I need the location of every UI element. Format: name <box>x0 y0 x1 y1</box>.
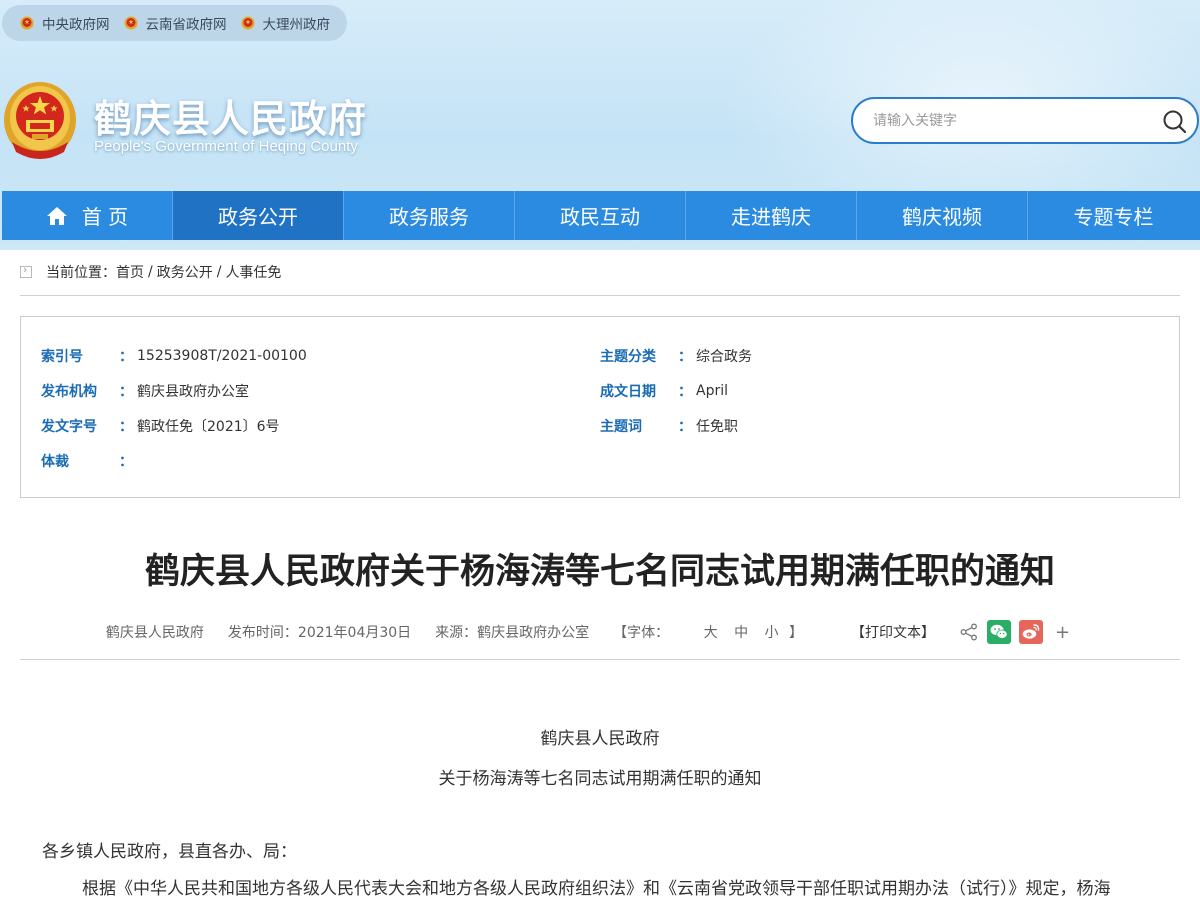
site-title: 鹤庆县人民政府 <box>94 97 368 141</box>
meta-label: 索引号 <box>41 349 83 365</box>
article-title: 鹤庆县人民政府关于杨海涛等七名同志试用期满任职的通知 <box>144 552 1055 592</box>
nav-item-label: 政民互动 <box>560 205 640 229</box>
main-nav: 首 页 政务公开 政务服务 政民互动 走进鹤庆 鹤庆视频 专题专栏 <box>2 191 1200 240</box>
search-icon[interactable] <box>1161 108 1189 136</box>
font-size-control: 【字体： 大 中 小 】 <box>613 622 827 642</box>
meta-value: 任免职 <box>696 419 738 435</box>
body-heading-issuer: 鹤庆县人民政府 <box>540 729 660 749</box>
search-box <box>851 97 1199 144</box>
nav-item-label: 专题专栏 <box>1073 205 1154 229</box>
font-size-prefix: 【字体： <box>613 625 670 641</box>
meta-value: 鹤政任免〔2021〕6号 <box>137 419 280 435</box>
meta-topic-row: 主题分类 ： 综合政务 <box>600 346 752 366</box>
meta-colon: ： <box>119 419 133 435</box>
nav-item-about-heqing[interactable]: 走进鹤庆 <box>686 191 857 240</box>
breadcrumb-home[interactable]: 首页 <box>116 262 144 282</box>
meta-value: 鹤庆县政府办公室 <box>137 384 249 400</box>
font-size-suffix: 】 <box>788 625 803 641</box>
nav-item-videos[interactable]: 鹤庆视频 <box>857 191 1028 240</box>
body-heading-subject: 关于杨海涛等七名同志试用期满任职的通知 <box>438 769 762 789</box>
nav-item-gov-affairs[interactable]: 政务公开 <box>173 191 344 240</box>
meta-value: 15253908T/2021-00100 <box>137 348 307 364</box>
font-size-small-button[interactable]: 小 <box>765 625 779 641</box>
article-info-bar: 鹤庆县人民政府 发布时间：2021年04月30日 来源：鹤庆县政府办公室 【字体… <box>0 620 1200 644</box>
meta-colon: ： <box>678 349 692 365</box>
body-salutation: 各乡镇人民政府，县直各办、局： <box>42 842 297 862</box>
meta-label: 发布机构 <box>41 384 97 400</box>
meta-genre-row: 体裁 ： <box>41 451 137 471</box>
top-link-dali-gov[interactable]: 大理州政府 <box>241 13 331 33</box>
article-publish-time: 发布时间：2021年04月30日 <box>227 625 412 641</box>
national-emblem-icon <box>20 16 34 30</box>
top-link-label: 云南省政府网 <box>145 17 227 33</box>
share-icon[interactable] <box>959 622 979 642</box>
meta-org-row: 发布机构 ： 鹤庆县政府办公室 <box>41 381 249 401</box>
national-emblem-icon <box>124 16 137 30</box>
meta-label: 主题词 <box>600 419 642 435</box>
breadcrumb-separator: / <box>148 264 153 280</box>
share-bar: + <box>959 620 1094 644</box>
body-paragraph: 根据《中华人民共和国地方各级人民代表大会和地方各级人民政府组织法》和《云南省党政… <box>82 879 1111 899</box>
nav-item-label: 政务公开 <box>218 205 298 229</box>
breadcrumb-separator: / <box>216 264 222 280</box>
print-button[interactable]: 【打印文本】 <box>851 622 935 642</box>
wechat-icon[interactable] <box>986 620 1011 644</box>
meta-colon: ： <box>119 384 133 400</box>
nav-item-gov-services[interactable]: 政务服务 <box>344 191 515 240</box>
meta-colon: ： <box>678 419 692 435</box>
meta-label: 发文字号 <box>41 419 97 435</box>
meta-value: April <box>696 383 728 399</box>
top-link-central-gov[interactable]: 中央政府网 <box>20 13 110 33</box>
top-links-bar: 中央政府网 云南省政府网 大理州政府 <box>2 5 347 41</box>
font-size-medium-button[interactable]: 中 <box>734 625 748 641</box>
top-link-label: 大理州政府 <box>262 17 331 33</box>
weibo-icon[interactable] <box>1018 620 1043 644</box>
meta-colon: ： <box>119 454 133 470</box>
meta-colon: ： <box>678 384 692 400</box>
national-emblem-logo[interactable] <box>2 80 78 162</box>
meta-date-row: 成文日期 ： April <box>600 381 728 401</box>
national-emblem-icon <box>241 16 254 30</box>
meta-doc-number-row: 发文字号 ： 鹤政任免〔2021〕6号 <box>41 416 280 436</box>
font-size-large-button[interactable]: 大 <box>704 625 718 641</box>
nav-item-label: 鹤庆视频 <box>902 205 982 229</box>
meta-label: 成文日期 <box>600 384 656 400</box>
location-icon <box>20 263 32 278</box>
article-publisher: 鹤庆县人民政府 <box>105 625 204 641</box>
nav-item-special-topics[interactable]: 专题专栏 <box>1028 191 1199 240</box>
home-icon <box>46 206 67 225</box>
site-subtitle: People's Government of Heqing County <box>94 138 358 155</box>
meta-label: 主题分类 <box>600 349 656 365</box>
nav-item-home[interactable]: 首 页 <box>2 191 173 240</box>
nav-item-label: 政务服务 <box>389 205 469 229</box>
nav-item-label: 走进鹤庆 <box>731 205 811 229</box>
divider <box>20 295 1180 296</box>
meta-keyword-row: 主题词 ： 任免职 <box>600 416 738 436</box>
top-link-yunnan-gov[interactable]: 云南省政府网 <box>124 13 227 33</box>
meta-index-row: 索引号 ： 15253908T/2021-00100 <box>41 346 307 366</box>
meta-colon: ： <box>119 349 133 365</box>
nav-item-interaction[interactable]: 政民互动 <box>515 191 686 240</box>
divider <box>20 659 1180 660</box>
breadcrumb-gov-affairs[interactable]: 政务公开 <box>157 262 213 282</box>
document-meta-box: 索引号 ： 15253908T/2021-00100 主题分类 ： 综合政务 发… <box>20 316 1180 498</box>
meta-label: 体裁 <box>41 454 69 470</box>
meta-value: 综合政务 <box>696 349 752 365</box>
breadcrumb: 当前位置： 首页 / 政务公开 / 人事任免 <box>20 262 281 282</box>
plus-icon[interactable]: + <box>1055 622 1070 643</box>
article-source: 来源：鹤庆县政府办公室 <box>435 625 590 641</box>
nav-item-label: 首 页 <box>81 205 129 229</box>
search-input[interactable] <box>853 100 1143 141</box>
breadcrumb-personnel[interactable]: 人事任免 <box>225 262 281 282</box>
breadcrumb-prefix: 当前位置： <box>46 265 116 281</box>
top-link-label: 中央政府网 <box>42 17 110 33</box>
